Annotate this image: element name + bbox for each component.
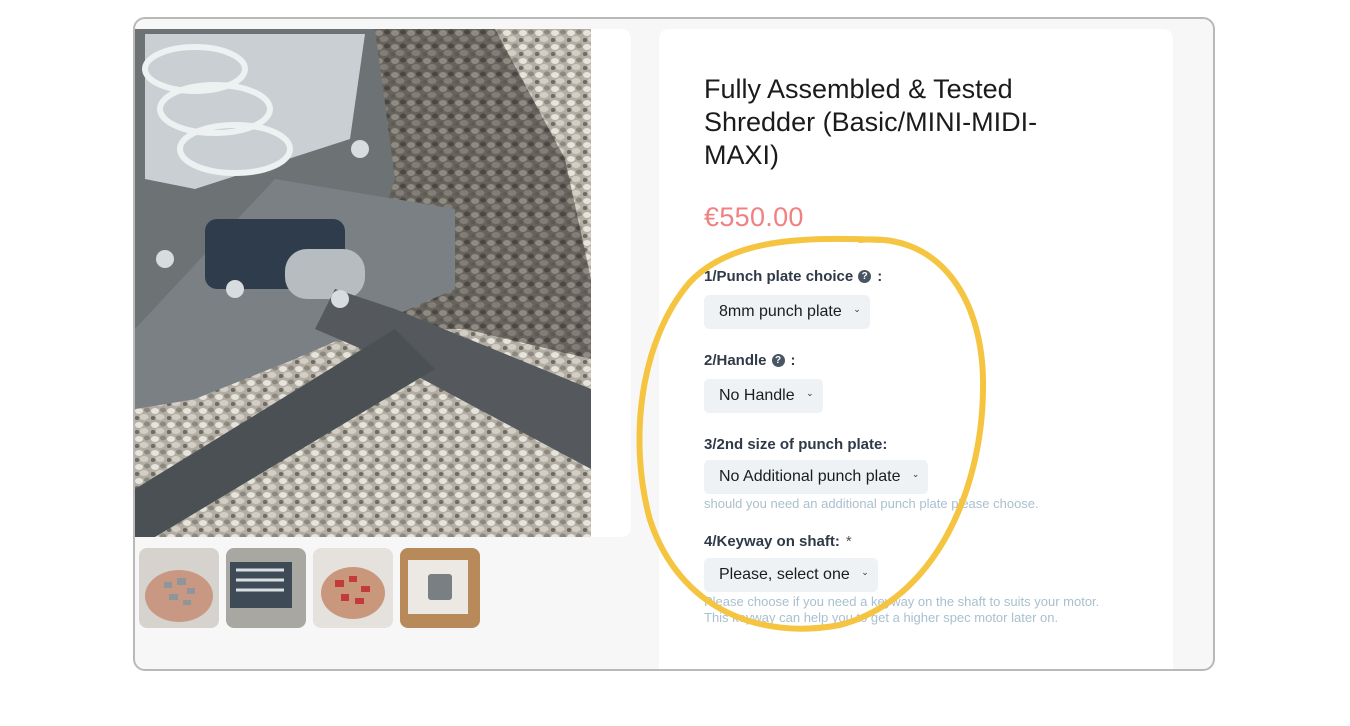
chevron-down-icon: ⌄ <box>911 469 920 479</box>
label-colon: : <box>790 352 796 369</box>
thumbnail-1[interactable] <box>139 548 219 628</box>
option-label-text: 3/2nd size of punch plate: <box>704 436 888 453</box>
chevron-down-icon: ⌄ <box>861 567 869 577</box>
select-value: No Additional punch plate <box>719 468 901 485</box>
option-label-text: 4/Keyway on shaft: <box>704 533 840 550</box>
select-value: No Handle <box>719 387 795 404</box>
required-asterisk: * <box>845 533 852 550</box>
handle-select[interactable]: No Handle ⌄ <box>704 379 823 413</box>
select-value: 8mm punch plate <box>719 303 842 320</box>
chevron-down-icon: ⌄ <box>853 304 861 314</box>
punch-plate-select[interactable]: 8mm punch plate ⌄ <box>704 295 870 329</box>
product-frame: Fully Assembled & Tested Shredder (Basic… <box>133 17 1215 671</box>
product-details-panel: Fully Assembled & Tested Shredder (Basic… <box>659 29 1173 669</box>
product-gallery <box>135 29 631 537</box>
main-product-image[interactable] <box>135 29 591 537</box>
label-colon: : <box>877 268 883 285</box>
option-label-text: 2/Handle <box>704 352 767 369</box>
question-circle-icon[interactable]: ? <box>858 270 872 283</box>
option-label-text: 1/Punch plate choice <box>704 268 854 285</box>
option-label-handle: 2/Handle ? : <box>704 352 796 369</box>
chevron-down-icon: ⌄ <box>806 388 814 398</box>
question-circle-icon[interactable]: ? <box>771 354 785 367</box>
thumbnail-4[interactable] <box>400 548 480 628</box>
product-title: Fully Assembled & Tested Shredder (Basic… <box>704 74 1038 170</box>
keyway-select[interactable]: Please, select one ⌄ <box>704 558 878 592</box>
thumbnail-strip <box>139 548 480 628</box>
option-label-second-punch-plate: 3/2nd size of punch plate: <box>704 436 887 453</box>
thumbnail-2[interactable] <box>226 548 306 628</box>
keyway-hint: Please choose if you need a keyway on th… <box>704 594 1100 625</box>
product-price: €550.00 <box>704 202 804 232</box>
thumbnail-3[interactable] <box>313 548 393 628</box>
second-punch-plate-select[interactable]: No Additional punch plate ⌄ <box>704 460 929 494</box>
option-label-punch-plate: 1/Punch plate choice ? : <box>704 268 882 285</box>
select-value: Please, select one <box>719 566 850 583</box>
option-label-keyway: 4/Keyway on shaft: * <box>704 533 852 550</box>
second-punch-plate-hint: should you need an additional punch plat… <box>704 496 1039 511</box>
